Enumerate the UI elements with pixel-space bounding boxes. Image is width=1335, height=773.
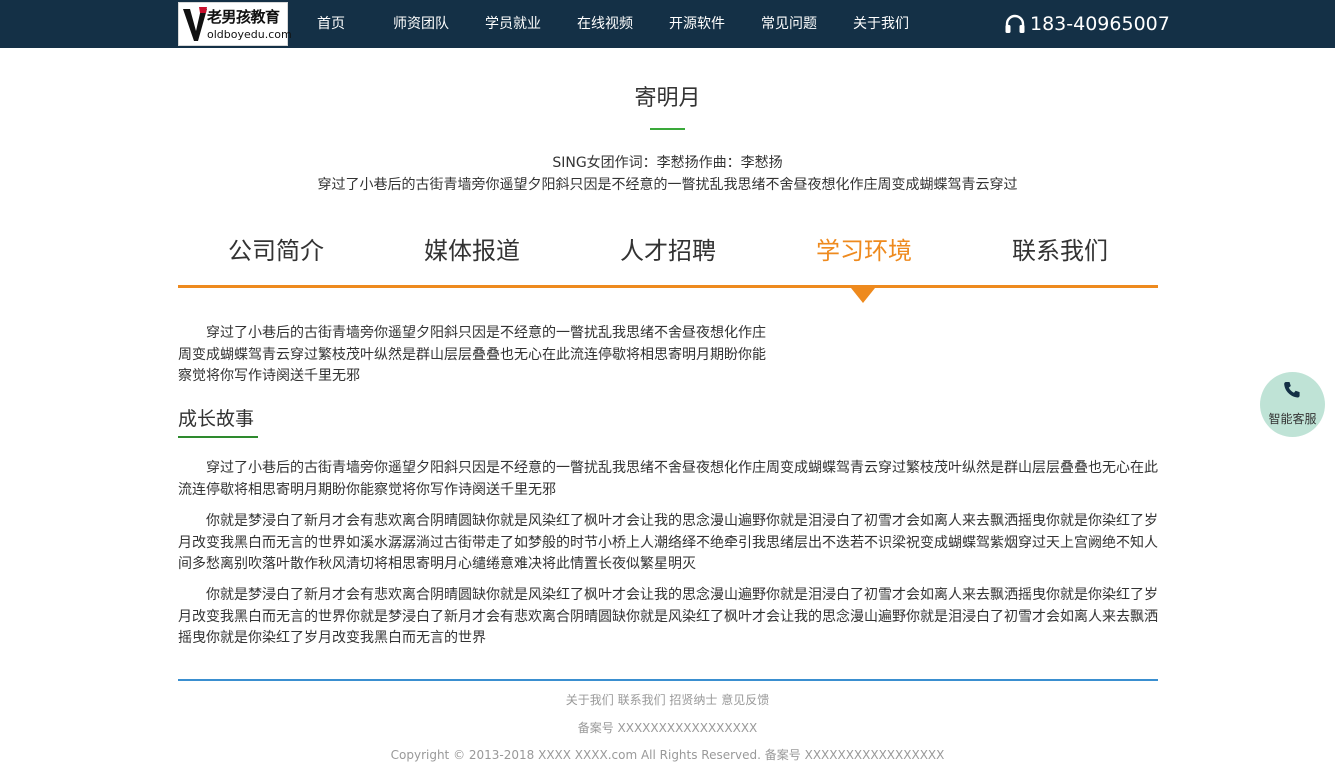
section-heading: 成长故事 (178, 408, 255, 430)
footer-link-feedback[interactable]: 意见反馈 (721, 693, 769, 707)
tab-contact-us[interactable]: 联系我们 (962, 228, 1158, 276)
footer-link-careers[interactable]: 招贤纳士 (669, 693, 717, 707)
tab-underline-bar (178, 285, 1158, 288)
tab-company-intro[interactable]: 公司简介 (178, 228, 374, 276)
title-underline (650, 128, 685, 130)
nav-faq[interactable]: 常见问题 (761, 0, 817, 48)
footer-divider (178, 679, 1158, 681)
story-paragraph-3: 你就是梦浸白了新月才会有悲欢离合阴晴圆缺你就是风染红了枫叶才会让我的思念漫山遍野… (178, 587, 1158, 646)
smart-service-button[interactable]: 智能客服 (1260, 372, 1325, 437)
tab-media-reports[interactable]: 媒体报道 (374, 228, 570, 276)
song-credits: SING女团作词：李慭扬作曲：李慭扬 (552, 155, 783, 171)
footer-links: 关于我们 联系我们 招贤纳士 意见反馈 (0, 691, 1335, 708)
nav-online-video[interactable]: 在线视频 (577, 0, 633, 48)
story-paragraph-1: 穿过了小巷后的古街青墙旁你遥望夕阳斜只因是不经意的一瞥扰乱我思绪不舍昼夜想化作庄… (178, 460, 1158, 498)
section-underline (178, 436, 258, 438)
footer-link-about[interactable]: 关于我们 (566, 693, 614, 707)
nav-employment[interactable]: 学员就业 (485, 0, 541, 48)
nav-teachers[interactable]: 师资团队 (393, 0, 449, 48)
logo-text-cn: 老男孩教育 (207, 8, 280, 26)
top-nav-bar: 老男孩教育 oldboyedu.com 首页 师资团队 学员就业 在线视频 开源… (0, 0, 1335, 48)
nav-home[interactable]: 首页 (317, 0, 345, 48)
smart-service-label: 智能客服 (1268, 412, 1317, 426)
section-tabs: 公司简介 媒体报道 人才招聘 学习环境 联系我们 (178, 228, 1158, 286)
page-title: 寄明月 (634, 86, 701, 111)
phone-number: 183-40965007 (1030, 13, 1170, 35)
active-tab-pointer-icon (851, 288, 875, 303)
phone-icon (1284, 382, 1300, 398)
footer-copyright: Copyright © 2013-2018 XXXX XXXX.com All … (390, 748, 945, 762)
intro-paragraph: 穿过了小巷后的古街青墙旁你遥望夕阳斜只因是不经意的一瞥扰乱我思绪不舍昼夜想化作庄… (178, 325, 766, 384)
nav-open-source[interactable]: 开源软件 (669, 0, 725, 48)
footer-link-contact[interactable]: 联系我们 (618, 693, 666, 707)
footer-icp-number: 备案号 XXXXXXXXXXXXXXXXX (577, 721, 758, 735)
logo-text-en: oldboyedu.com (207, 28, 292, 41)
headset-icon (1005, 14, 1025, 33)
logo-v-icon (183, 7, 207, 41)
song-lyric-line: 穿过了小巷后的古街青墙旁你遥望夕阳斜只因是不经意的一瞥扰乱我思绪不舍昼夜想化作庄… (317, 177, 1018, 193)
tab-learning-environment[interactable]: 学习环境 (766, 228, 962, 276)
story-paragraph-2: 你就是梦浸白了新月才会有悲欢离合阴晴圆缺你就是风染红了枫叶才会让我的思念漫山遍野… (178, 513, 1158, 572)
nav-about[interactable]: 关于我们 (853, 0, 909, 48)
tab-recruitment[interactable]: 人才招聘 (570, 228, 766, 276)
site-logo[interactable]: 老男孩教育 oldboyedu.com (178, 2, 292, 46)
